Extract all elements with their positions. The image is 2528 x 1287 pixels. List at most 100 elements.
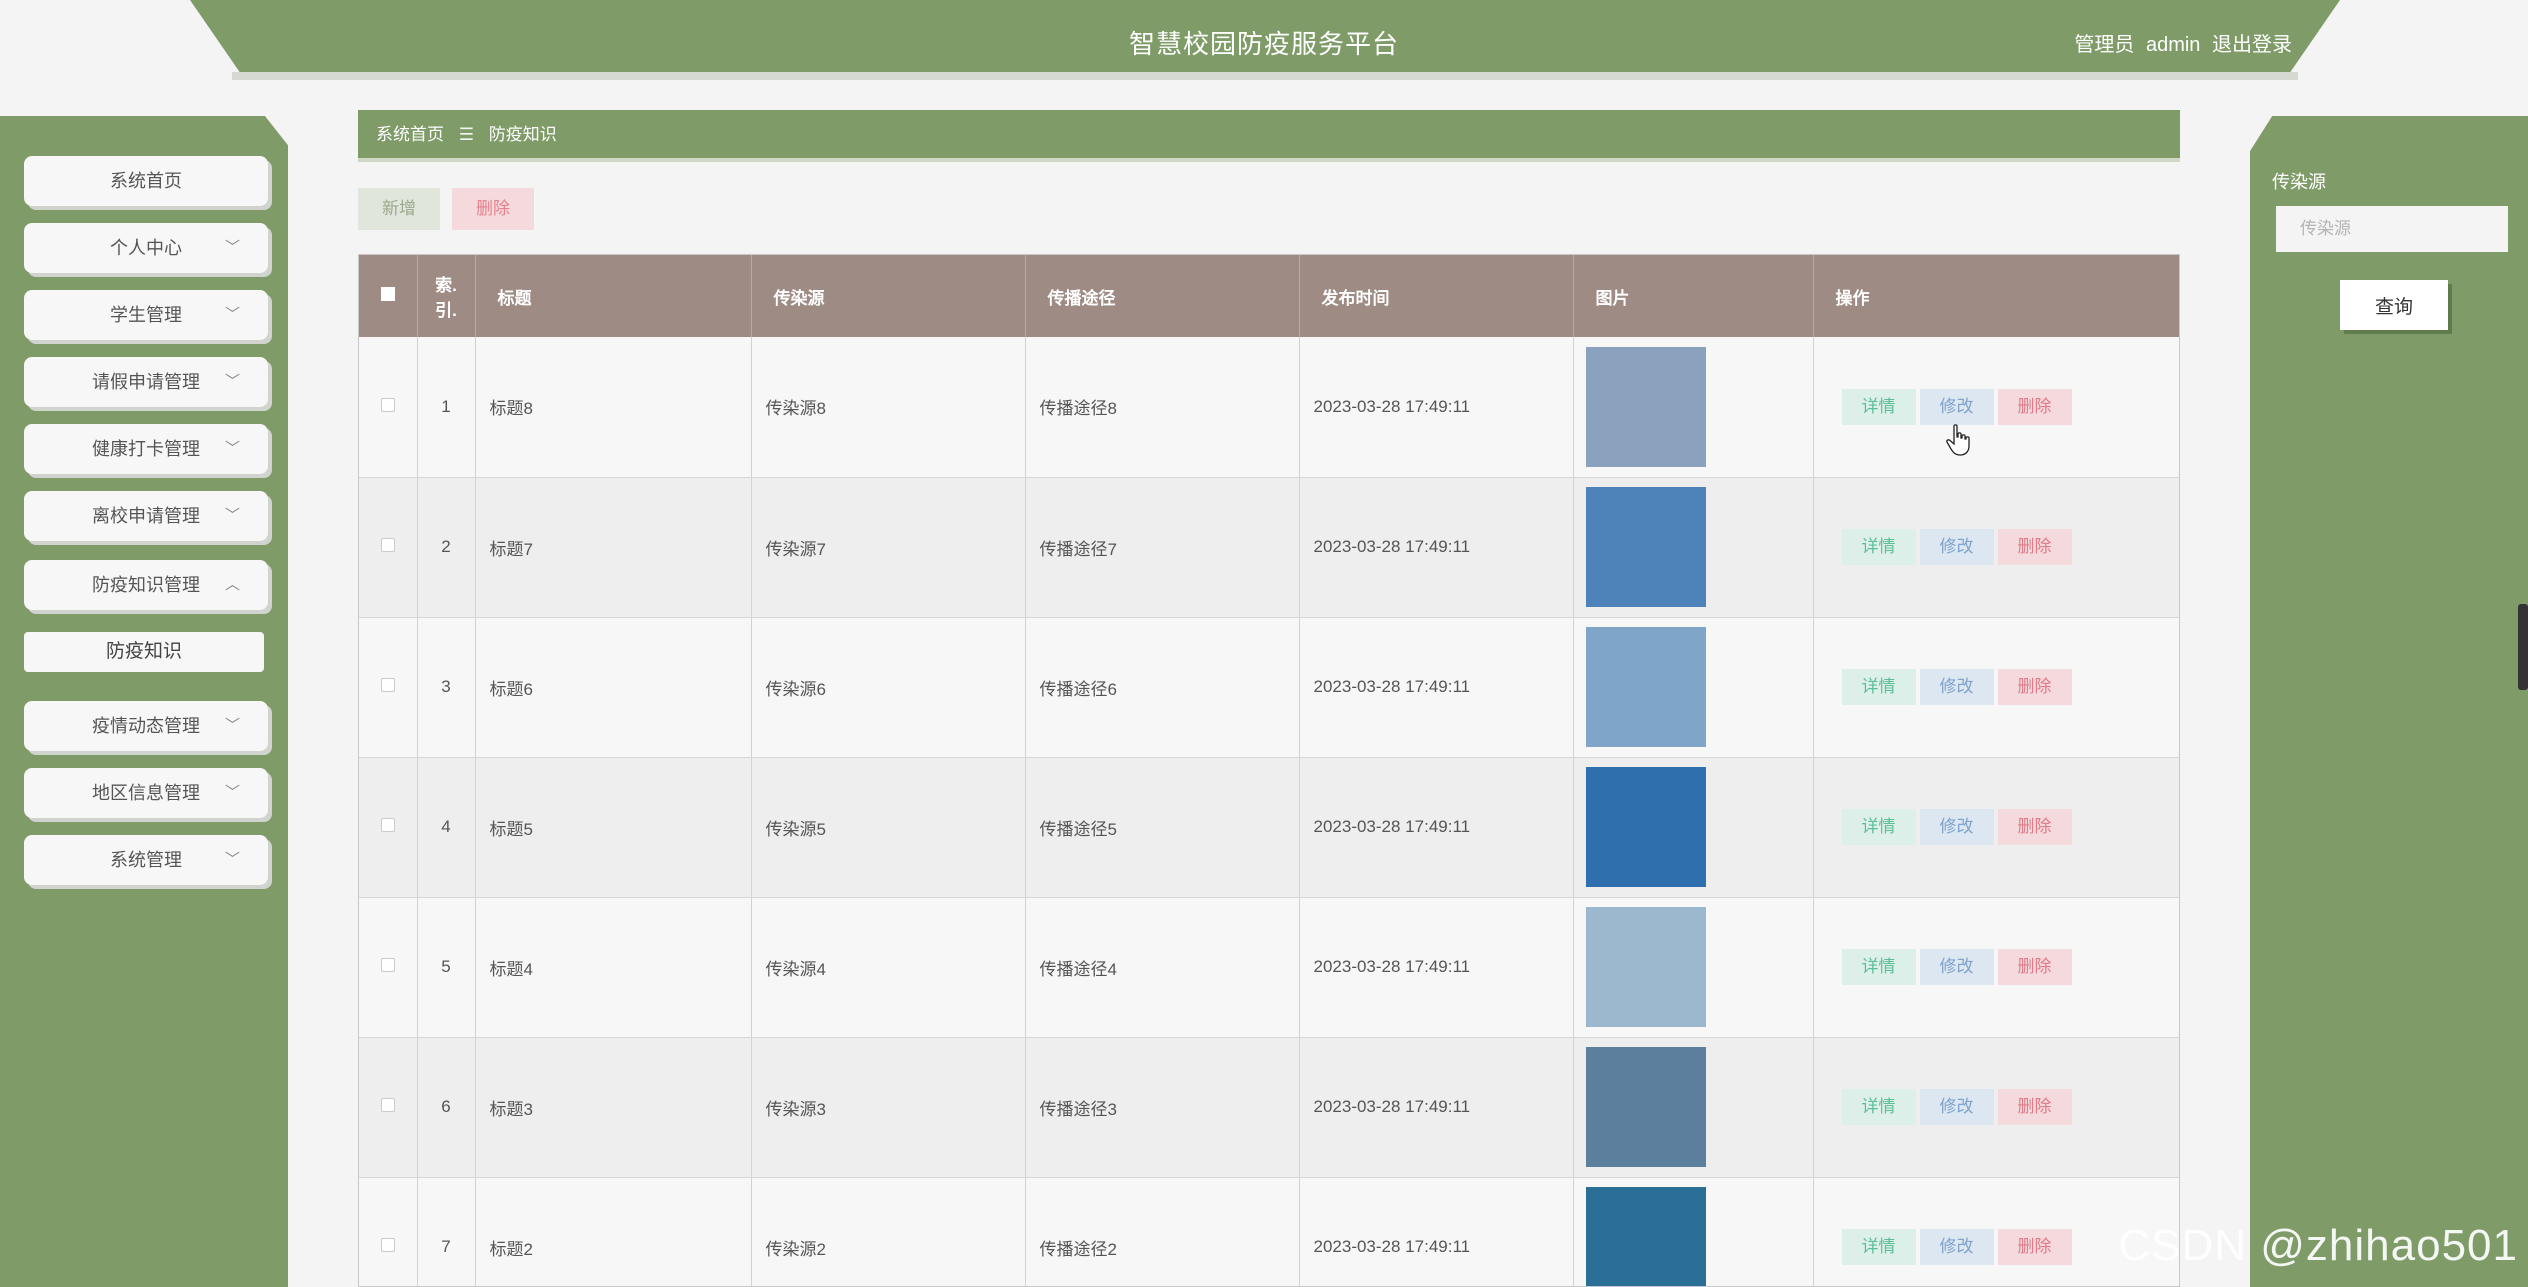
detail-button[interactable]: 详情: [1841, 1229, 1916, 1265]
row-publish-time: 2023-03-28 17:49:11: [1299, 337, 1574, 478]
row-image-thumbnail[interactable]: [1585, 627, 1706, 747]
row-title: 标题3: [475, 1037, 752, 1178]
select-all-header: [359, 255, 418, 337]
sidebar-item-epidemic-knowledge-management[interactable]: 防疫知识管理 ︿: [24, 560, 268, 610]
logout-link[interactable]: 退出登录: [2212, 34, 2292, 56]
column-header-title: 标题: [475, 255, 752, 337]
breadcrumb-home[interactable]: 系统首页: [376, 125, 444, 144]
table-row: 7 标题2 传染源2 传播途径2 2023-03-28 17:49:11 详情修…: [359, 1177, 2179, 1286]
detail-button[interactable]: 详情: [1841, 669, 1916, 705]
row-route: 传播途径6: [1025, 617, 1300, 758]
sidebar-item-label: 地区信息管理: [92, 783, 200, 803]
add-button[interactable]: 新增: [358, 188, 440, 230]
row-title: 标题4: [475, 897, 752, 1038]
row-publish-time: 2023-03-28 17:49:11: [1299, 757, 1574, 898]
detail-button[interactable]: 详情: [1841, 388, 1916, 425]
row-publish-time: 2023-03-28 17:49:11: [1299, 1177, 1574, 1286]
sidebar-item-label: 健康打卡管理: [92, 439, 200, 459]
row-publish-time: 2023-03-28 17:49:11: [1299, 897, 1574, 1038]
column-header-route: 传播途径: [1025, 255, 1300, 337]
row-checkbox[interactable]: [380, 678, 395, 692]
row-route: 传播途径7: [1025, 477, 1300, 618]
sidebar-item-health-checkin[interactable]: 健康打卡管理 ﹀: [24, 424, 268, 474]
delete-button[interactable]: 删除: [1997, 388, 2072, 425]
chevron-down-icon: ﹀: [224, 239, 240, 256]
row-checkbox[interactable]: [380, 818, 395, 832]
edit-button[interactable]: 修改: [1919, 809, 1994, 845]
chevron-down-icon: ﹀: [224, 784, 240, 801]
row-checkbox[interactable]: [380, 1238, 395, 1252]
sidebar-item-region-info[interactable]: 地区信息管理 ﹀: [24, 768, 268, 818]
row-route: 传播途径3: [1025, 1037, 1300, 1178]
row-index: 5: [417, 897, 476, 1038]
delete-button[interactable]: 删除: [1997, 1229, 2072, 1265]
detail-button[interactable]: 详情: [1841, 809, 1916, 845]
row-source: 传染源2: [751, 1177, 1026, 1286]
page-scrollbar-thumb[interactable]: [2518, 604, 2528, 690]
row-checkbox[interactable]: [380, 397, 395, 412]
row-image-thumbnail[interactable]: [1585, 907, 1706, 1027]
row-checkbox[interactable]: [380, 1098, 395, 1112]
row-title: 标题5: [475, 757, 752, 898]
source-filter-input[interactable]: [2276, 206, 2508, 252]
detail-button[interactable]: 详情: [1841, 1089, 1916, 1125]
chevron-down-icon: ﹀: [224, 507, 240, 524]
edit-button[interactable]: 修改: [1919, 949, 1994, 985]
edit-button[interactable]: 修改: [1919, 669, 1994, 705]
sidebar-item-personal-center[interactable]: 个人中心 ﹀: [24, 223, 268, 273]
detail-button[interactable]: 详情: [1841, 949, 1916, 985]
row-index: 3: [417, 617, 476, 758]
column-header-index: 索. 引.: [417, 255, 476, 337]
sidebar-item-leave-school[interactable]: 离校申请管理 ﹀: [24, 491, 268, 541]
table-row: 1 标题8 传染源8 传播途径8 2023-03-28 17:49:11 详情修…: [359, 337, 2179, 478]
row-image-thumbnail[interactable]: [1585, 1187, 1706, 1286]
row-source: 传染源8: [751, 337, 1026, 478]
row-image-thumbnail[interactable]: [1585, 487, 1706, 607]
sidebar-item-student-management[interactable]: 学生管理 ﹀: [24, 290, 268, 340]
row-image-thumbnail[interactable]: [1585, 767, 1706, 887]
sidebar-item-system-management[interactable]: 系统管理 ﹀: [24, 835, 268, 885]
row-index: 1: [417, 337, 476, 478]
row-checkbox[interactable]: [380, 958, 395, 972]
sidebar-item-label: 个人中心: [110, 238, 182, 258]
table-row: 6 标题3 传染源3 传播途径3 2023-03-28 17:49:11 详情修…: [359, 1037, 2179, 1178]
delete-button[interactable]: 删除: [1997, 669, 2072, 705]
column-header-publish-time: 发布时间: [1299, 255, 1574, 337]
sidebar-item-label: 防疫知识管理: [92, 575, 200, 595]
sidebar-item-label: 系统首页: [110, 171, 182, 191]
sidebar-item-label: 请假申请管理: [92, 372, 200, 392]
sidebar-item-leave-request[interactable]: 请假申请管理 ﹀: [24, 357, 268, 407]
batch-delete-button[interactable]: 删除: [452, 188, 534, 230]
breadcrumb: 系统首页 ☰ 防疫知识: [358, 110, 2180, 162]
sidebar-subitem-label: 防疫知识: [105, 641, 182, 662]
row-source: 传染源5: [751, 757, 1026, 898]
select-all-checkbox[interactable]: [380, 287, 395, 301]
row-index: 4: [417, 757, 476, 898]
table-row: 3 标题6 传染源6 传播途径6 2023-03-28 17:49:11 详情修…: [359, 617, 2179, 758]
column-header-image: 图片: [1573, 255, 1814, 337]
breadcrumb-current: 防疫知识: [488, 125, 557, 144]
query-button[interactable]: 查询: [2340, 280, 2448, 330]
row-image-thumbnail[interactable]: [1585, 1047, 1706, 1167]
row-image-thumbnail[interactable]: [1585, 346, 1706, 467]
sidebar-item-epidemic-news[interactable]: 疫情动态管理 ﹀: [24, 701, 268, 751]
delete-button[interactable]: 删除: [1997, 1089, 2072, 1125]
detail-button[interactable]: 详情: [1841, 529, 1916, 565]
column-header-source: 传染源: [751, 255, 1026, 337]
column-header-actions: 操作: [1813, 255, 2179, 337]
edit-button[interactable]: 修改: [1919, 388, 1994, 425]
edit-button[interactable]: 修改: [1919, 1229, 1994, 1265]
sidebar-item-home[interactable]: 系统首页: [24, 156, 268, 206]
sidebar-subitem-epidemic-knowledge[interactable]: 防疫知识: [24, 632, 264, 672]
edit-button[interactable]: 修改: [1919, 529, 1994, 565]
chevron-down-icon: ﹀: [224, 440, 240, 457]
row-publish-time: 2023-03-28 17:49:11: [1299, 617, 1574, 758]
row-publish-time: 2023-03-28 17:49:11: [1299, 477, 1574, 618]
delete-button[interactable]: 删除: [1997, 949, 2072, 985]
row-publish-time: 2023-03-28 17:49:11: [1299, 1037, 1574, 1178]
delete-button[interactable]: 删除: [1997, 529, 2072, 565]
row-checkbox[interactable]: [380, 538, 395, 552]
delete-button[interactable]: 删除: [1997, 809, 2072, 845]
edit-button[interactable]: 修改: [1919, 1089, 1994, 1125]
row-title: 标题8: [475, 337, 752, 478]
